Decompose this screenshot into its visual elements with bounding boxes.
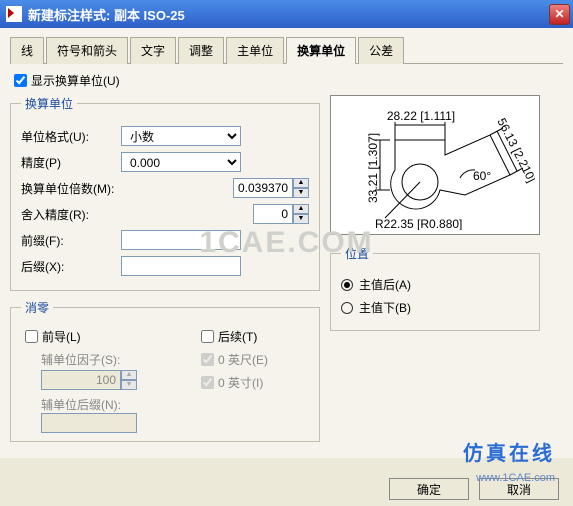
preview-pane: 28.22 [1.111] 33.21 [1.307] 56.13 [2.210… xyxy=(330,95,540,235)
subsuffix-input xyxy=(41,413,137,433)
tab-bar: 线 符号和箭头 文字 调整 主单位 换算单位 公差 xyxy=(10,36,563,64)
show-alt-checkbox[interactable] xyxy=(14,74,27,87)
prefix-input[interactable] xyxy=(121,230,241,250)
dim-angle: 60° xyxy=(473,169,491,183)
subsuffix-label: 辅单位后缀(N): xyxy=(41,396,137,413)
window-title: 新建标注样式: 副本 ISO-25 xyxy=(28,5,549,24)
dim-left: 33.21 [1.307] xyxy=(366,133,380,203)
round-down[interactable]: ▼ xyxy=(293,214,309,224)
round-label: 舍入精度(R): xyxy=(21,206,121,223)
below-radio-row[interactable]: 主值下(B) xyxy=(341,299,529,316)
ok-button[interactable]: 确定 xyxy=(389,478,469,500)
app-icon xyxy=(6,6,22,22)
sf-down: ▼ xyxy=(121,380,137,390)
position-group: 位置 主值后(A) 主值下(B) xyxy=(330,245,540,331)
close-button[interactable]: ✕ xyxy=(549,4,570,25)
position-legend: 位置 xyxy=(341,245,373,262)
prefix-label: 前缀(F): xyxy=(21,232,121,249)
trailing-label: 后续(T) xyxy=(218,328,257,345)
tab-fit[interactable]: 调整 xyxy=(178,37,224,64)
sf-up: ▲ xyxy=(121,370,137,380)
after-label: 主值后(A) xyxy=(359,276,411,293)
altunits-legend: 换算单位 xyxy=(21,95,77,112)
feet-checkbox xyxy=(201,353,214,366)
leading-label: 前导(L) xyxy=(42,328,81,345)
suffix-input[interactable] xyxy=(121,256,241,276)
precision-label: 精度(P) xyxy=(21,154,121,171)
inches-label: 0 英寸(I) xyxy=(218,374,263,391)
dim-right: 56.13 [2.210] xyxy=(494,116,535,185)
dim-top: 28.22 [1.111] xyxy=(387,109,455,123)
subfactor-label: 辅单位因子(S): xyxy=(41,351,137,368)
below-label: 主值下(B) xyxy=(359,299,411,316)
mult-up[interactable]: ▲ xyxy=(293,178,309,188)
mult-down[interactable]: ▼ xyxy=(293,188,309,198)
tab-primary[interactable]: 主单位 xyxy=(226,37,284,64)
round-input[interactable] xyxy=(253,204,293,224)
feet-label: 0 英尺(E) xyxy=(218,351,268,368)
suppress-legend: 消零 xyxy=(21,299,53,316)
altunits-group: 换算单位 单位格式(U): 小数 精度(P) 0.000 换算单位倍数(M): … xyxy=(10,95,320,291)
watermark-url: www.1CAE.com xyxy=(476,472,555,484)
mult-label: 换算单位倍数(M): xyxy=(21,180,121,197)
after-radio[interactable] xyxy=(341,279,353,291)
tab-tolerance[interactable]: 公差 xyxy=(358,37,404,64)
format-label: 单位格式(U): xyxy=(21,128,121,145)
suppress-group: 消零 前导(L) 辅单位因子(S): ▲▼ 辅单位后缀(N): xyxy=(10,299,320,442)
watermark-text: 仿真在线 xyxy=(463,437,555,466)
mult-input[interactable] xyxy=(233,178,293,198)
below-radio[interactable] xyxy=(341,302,353,314)
suffix-label: 后缀(X): xyxy=(21,258,121,275)
tab-text[interactable]: 文字 xyxy=(130,37,176,64)
tab-lines[interactable]: 线 xyxy=(10,37,44,64)
format-select[interactable]: 小数 xyxy=(121,126,241,146)
subfactor-input xyxy=(41,370,121,390)
dim-radius: R22.35 [R0.880] xyxy=(375,217,462,230)
round-up[interactable]: ▲ xyxy=(293,204,309,214)
tab-symbols[interactable]: 符号和箭头 xyxy=(46,37,128,64)
tab-alternate[interactable]: 换算单位 xyxy=(286,37,356,64)
leading-checkbox[interactable] xyxy=(25,330,38,343)
inches-checkbox xyxy=(201,376,214,389)
trailing-checkbox[interactable] xyxy=(201,330,214,343)
after-radio-row[interactable]: 主值后(A) xyxy=(341,276,529,293)
show-alt-label: 显示换算单位(U) xyxy=(31,72,120,89)
precision-select[interactable]: 0.000 xyxy=(121,152,241,172)
